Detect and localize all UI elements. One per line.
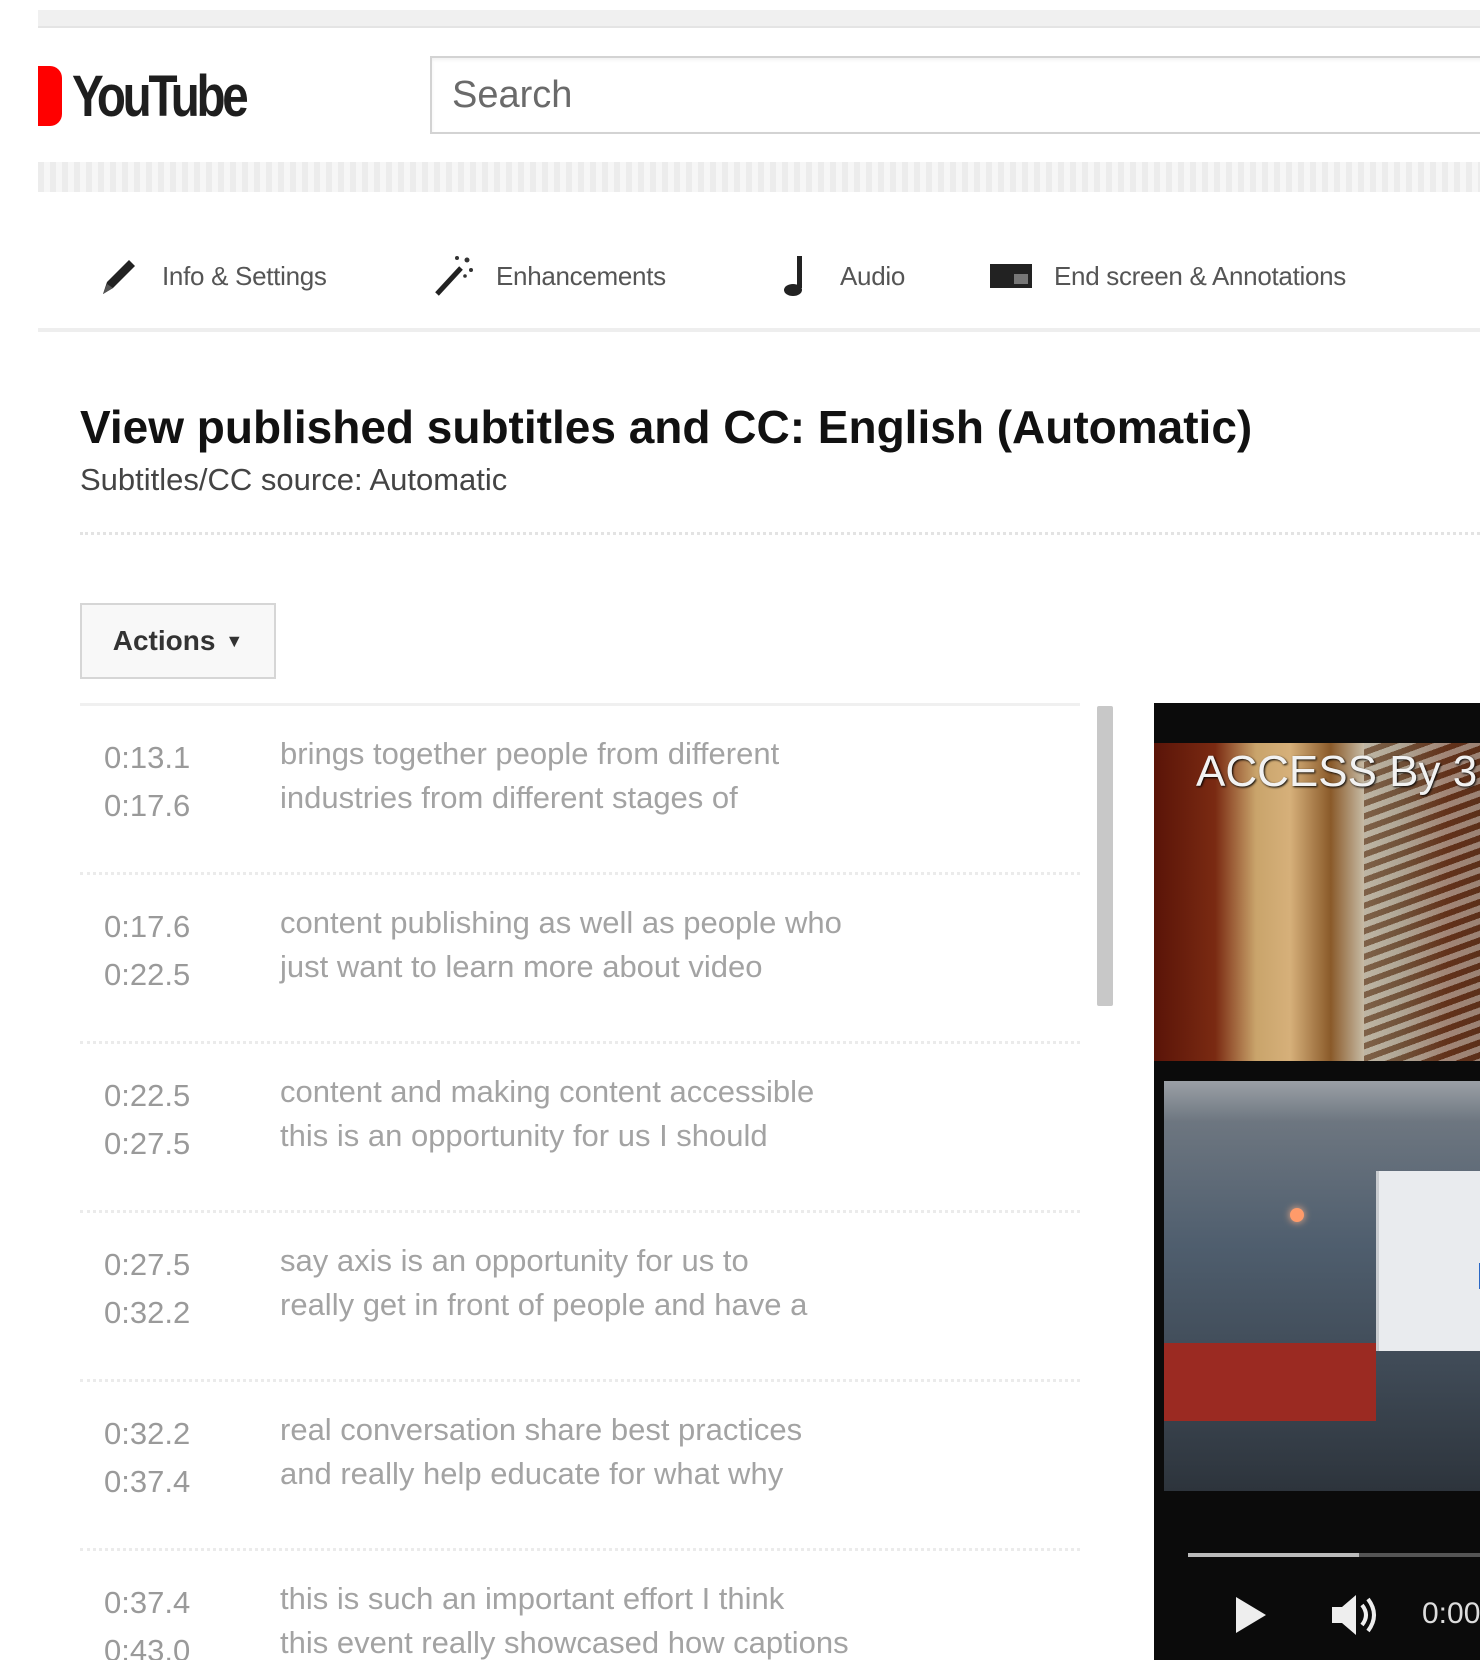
video-frame-screen [1164,1081,1480,1491]
actions-dropdown-button[interactable]: Actions ▼ [80,603,276,679]
caption-text: content publishing as well as people who… [280,901,842,989]
top-divider [38,10,1480,28]
video-frame-light [1290,1208,1304,1222]
caption-start-time: 0:37.4 [104,1585,191,1620]
page: YouTube Info & Settings [0,0,1480,1660]
section-divider [80,532,1480,535]
volume-icon[interactable] [1330,1593,1382,1642]
actions-label: Actions [112,625,216,656]
page-title: View published subtitles and CC: English… [80,401,1253,453]
caption-times: 0:32.2 0:37.4 [104,1410,190,1506]
caption-row[interactable]: 0:32.2 0:37.4 real conversation share be… [80,1382,1080,1551]
caption-row[interactable]: 0:17.6 0:22.5 content publishing as well… [80,875,1080,1044]
editor-tabs: Info & Settings Enhancements Audio End s… [38,236,1480,332]
caption-text: this is such an important effort I think… [280,1577,849,1660]
caption-text: say axis is an opportunity for us to rea… [280,1239,807,1327]
search-input[interactable] [450,72,1480,118]
caption-line: industries from different stages of [280,780,738,815]
tab-label: End screen & Annotations [1054,260,1347,291]
caption-line: really get in front of people and have a [280,1287,808,1322]
tab-enhancements[interactable]: Enhancements [430,254,666,298]
caption-line: brings together people from different [280,736,780,771]
caption-times: 0:22.5 0:27.5 [104,1072,190,1168]
caption-times: 0:17.6 0:22.5 [104,903,190,999]
caption-line: content publishing as well as people who [280,905,842,940]
caption-list[interactable]: 0:13.1 0:17.6 brings together people fro… [80,703,1080,1660]
caption-end-time: 0:22.5 [104,957,191,992]
caption-end-time: 0:32.2 [104,1295,191,1330]
caption-line: this is such an important effort I think [280,1581,785,1616]
play-icon[interactable] [1232,1595,1270,1640]
tab-label: Enhancements [496,260,666,291]
caption-start-time: 0:17.6 [104,909,191,944]
caption-start-time: 0:32.2 [104,1416,191,1451]
caption-start-time: 0:13.1 [104,740,191,775]
caption-text: real conversation share best practices a… [280,1408,802,1496]
video-progress-bar[interactable] [1188,1553,1480,1557]
caption-line: real conversation share best practices [280,1412,803,1447]
video-current-time: 0:00 [1422,1597,1480,1630]
video-title-overlay: ACCESS By 3 [1196,747,1478,796]
caption-row[interactable]: 0:13.1 0:17.6 brings together people fro… [80,706,1080,875]
pencil-icon [96,254,142,298]
caption-times: 0:27.5 0:32.2 [104,1241,190,1337]
caption-line: this is an opportunity for us I should [280,1118,768,1153]
caption-line: say axis is an opportunity for us to [280,1243,749,1278]
caption-text: content and making content accessible th… [280,1070,814,1158]
caption-list-scrollbar[interactable] [1097,706,1113,1006]
caption-end-time: 0:17.6 [104,788,191,823]
subtitles-source: Subtitles/CC source: Automatic [80,462,508,497]
caption-row[interactable]: 0:27.5 0:32.2 say axis is an opportunity… [80,1213,1080,1382]
search-box[interactable] [430,56,1480,134]
end-screen-icon [988,254,1034,298]
video-progress-fill [1188,1553,1360,1557]
tab-label: Audio [840,260,905,291]
caption-end-time: 0:27.5 [104,1126,191,1161]
video-controls: 0:00 [1154,1583,1480,1643]
music-note-icon [774,254,820,298]
caption-start-time: 0:22.5 [104,1078,191,1113]
caption-text: brings together people from different in… [280,732,779,820]
caption-line: just want to learn more about video [280,949,763,984]
caption-times: 0:13.1 0:17.6 [104,734,190,830]
video-player[interactable]: ACCESS By 3 0:00 [1154,703,1480,1660]
video-frame-banner [1164,1343,1376,1421]
caption-times: 0:37.4 0:43.0 [104,1579,190,1660]
youtube-play-icon [38,66,62,126]
tab-info-settings[interactable]: Info & Settings [96,254,327,298]
magic-wand-icon [430,254,476,298]
tab-end-screen-annotations[interactable]: End screen & Annotations [988,254,1346,298]
caption-row[interactable]: 0:37.4 0:43.0 this is such an important … [80,1551,1080,1660]
chevron-down-icon: ▼ [225,630,244,651]
video-frame-dialog [1376,1171,1480,1351]
tab-audio[interactable]: Audio [774,254,905,298]
caption-end-time: 0:43.0 [104,1633,191,1660]
caption-line: content and making content accessible [280,1074,815,1109]
logo-text: YouTube [72,63,249,129]
caption-start-time: 0:27.5 [104,1247,191,1282]
tab-label: Info & Settings [162,260,327,291]
caption-end-time: 0:37.4 [104,1464,191,1499]
caption-line: and really help educate for what why [280,1456,784,1491]
caption-line: this event really showcased how captions [280,1625,849,1660]
header-divider [38,162,1480,192]
youtube-logo[interactable]: YouTube [38,63,283,129]
caption-row[interactable]: 0:22.5 0:27.5 content and making content… [80,1044,1080,1213]
